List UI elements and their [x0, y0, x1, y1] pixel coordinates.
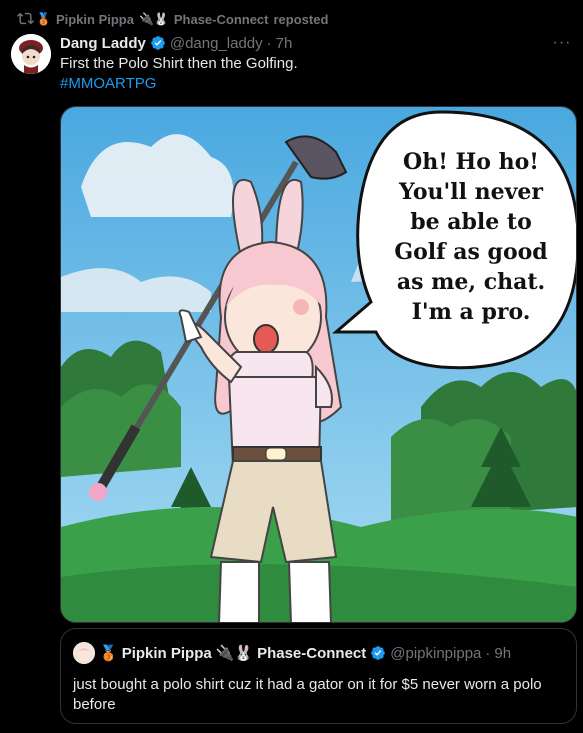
more-options-icon[interactable]: ··· [551, 32, 573, 54]
tweet-text: First the Polo Shirt then the Golfing. [60, 55, 298, 72]
tweet-time[interactable]: 7h [276, 35, 293, 52]
medal-emoji: 🥉 [36, 12, 51, 26]
author-name[interactable]: Dang Laddy [60, 35, 146, 52]
tweet-image[interactable]: Oh! Ho ho! You'll never be able to Golf … [60, 106, 577, 623]
speech-line: as me, chat. [397, 269, 545, 295]
repost-suffix: reposted [273, 11, 329, 27]
speech-line: Golf as good [394, 239, 547, 265]
tweet-header: Dang Laddy @dang_laddy · 7h [60, 33, 292, 53]
partner-emoji: 🔌🐰 [215, 645, 254, 662]
quoted-tweet-text: just bought a polo shirt cuz it had a ga… [73, 676, 542, 713]
repost-partner: Phase-Connect [173, 11, 269, 27]
speech-line: I'm a pro. [412, 299, 531, 325]
author-avatar[interactable] [11, 34, 51, 74]
quoted-author-handle: @pipkinpippa [390, 644, 482, 662]
quoted-author-name: Pipkin Pippa [121, 644, 212, 662]
verified-icon [151, 36, 165, 50]
quoted-time: 9h [494, 644, 512, 662]
medal-emoji: 🥉 [99, 645, 118, 662]
repost-icon [17, 12, 34, 25]
speech-line: You'll never [398, 179, 543, 205]
author-handle[interactable]: @dang_laddy [170, 35, 263, 52]
verified-icon [371, 646, 386, 660]
repost-user[interactable]: Pipkin Pippa [56, 12, 134, 27]
quoted-tweet[interactable]: 🥉 Pipkin Pippa 🔌🐰 Phase-Connect @pipkinp… [60, 628, 577, 724]
quoted-partner: Phase-Connect [257, 644, 367, 662]
quoted-tweet-header: 🥉 Pipkin Pippa 🔌🐰 Phase-Connect @pipkinp… [73, 642, 512, 664]
repost-bar: 🥉 Pipkin Pippa 🔌🐰 Phase-Connect reposted [17, 10, 329, 28]
separator: · [485, 644, 491, 662]
hashtag-link[interactable]: #MMOARTPG [60, 74, 156, 94]
separator: · [266, 34, 272, 52]
partner-emoji: 🔌🐰 [138, 12, 169, 26]
speech-line: be able to [410, 209, 532, 235]
speech-line: Oh! Ho ho! [403, 149, 539, 175]
quoted-author-avatar [73, 642, 95, 664]
